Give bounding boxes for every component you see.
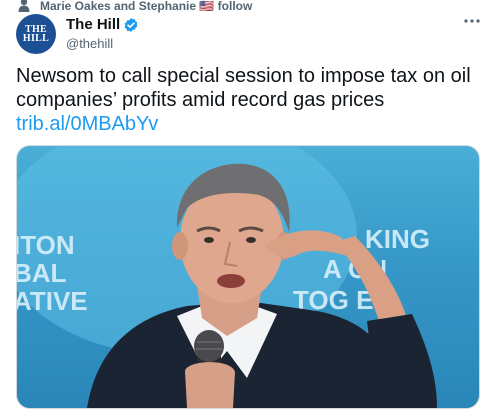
backdrop-right-line-1: KING (365, 224, 430, 254)
tweet-media-photo[interactable]: ITON BAL ATIVE KING A ON TOG ER (16, 145, 480, 409)
social-context-text: Marie Oakes and Stephanie 🇺🇸 follow (40, 0, 253, 13)
social-context[interactable]: Marie Oakes and Stephanie 🇺🇸 follow (0, 0, 500, 14)
avatar-line-2: HILL (22, 33, 50, 44)
backdrop-left-line-1: ITON (17, 230, 75, 260)
more-dots-icon (464, 19, 480, 23)
backdrop-left-line-2: BAL (17, 258, 67, 288)
verified-badge-icon (124, 17, 138, 32)
photo-illustration: ITON BAL ATIVE KING A ON TOG ER (17, 146, 437, 408)
backdrop-left-line-3: ATIVE (17, 286, 88, 316)
more-options-button[interactable] (462, 14, 482, 28)
author-handle[interactable]: @thehill (66, 36, 113, 51)
display-name[interactable]: The Hill (66, 16, 120, 33)
tweet-link[interactable]: trib.al/0MBAbYv (16, 112, 158, 136)
author-name-row[interactable]: The Hill (66, 16, 139, 33)
avatar[interactable]: THE HILL (16, 14, 56, 54)
tweet-text: Newsom to call special session to impose… (16, 65, 471, 111)
person-icon (18, 0, 30, 12)
